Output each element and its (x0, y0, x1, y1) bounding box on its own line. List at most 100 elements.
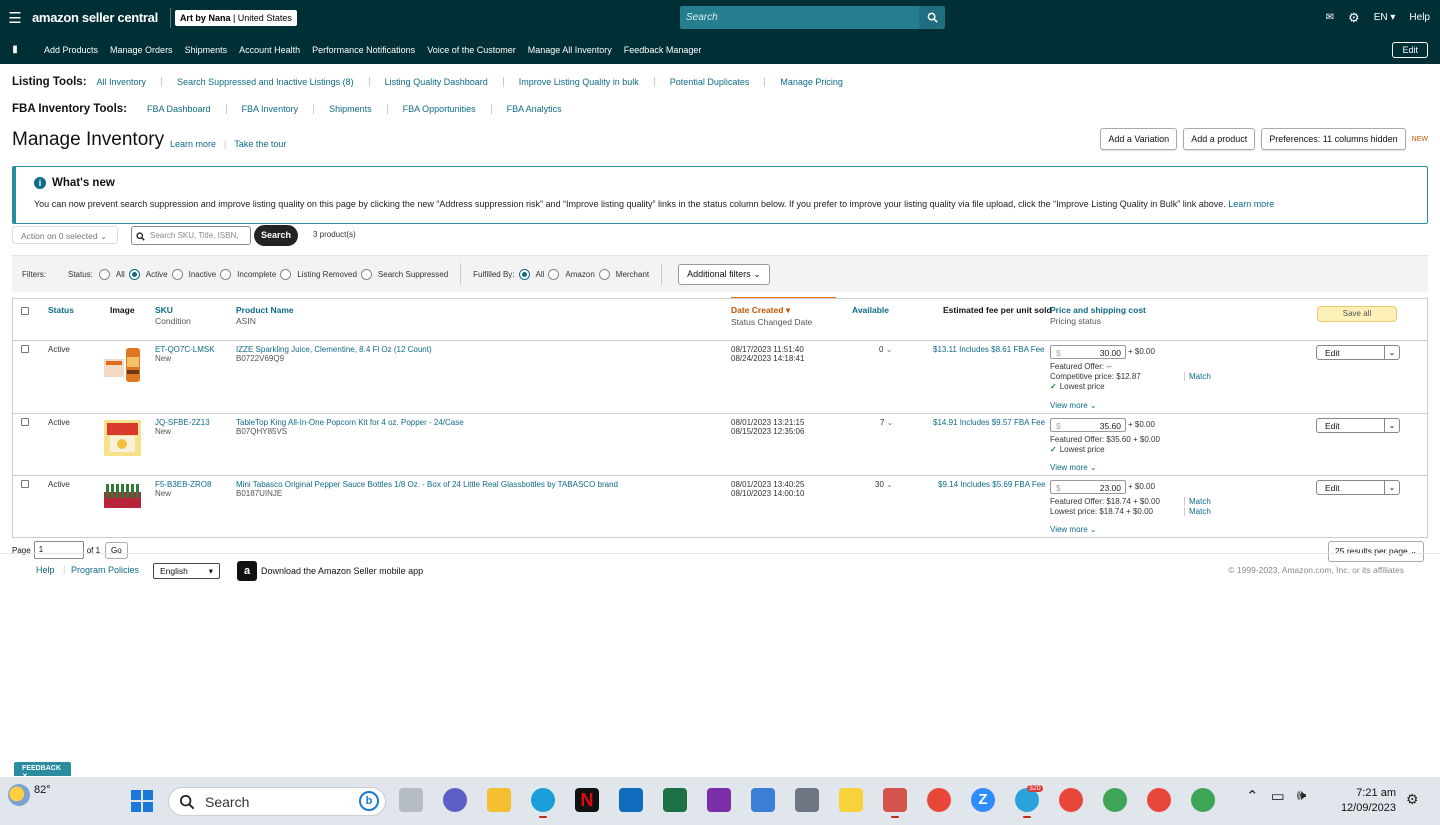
row-sku[interactable]: ET-QO7C-LMSK (155, 345, 215, 354)
chrome-profile-icon[interactable] (1059, 788, 1083, 812)
weather-widget[interactable]: 82° (8, 784, 51, 806)
nav-manage-all-inventory[interactable]: Manage All Inventory (528, 45, 612, 55)
row-edit-button[interactable]: Edit ⌄ (1316, 418, 1400, 433)
footer-program-policies-link[interactable]: Program Policies (71, 565, 139, 575)
row-available[interactable]: 0 ⌄ (879, 345, 892, 354)
status-listing-removed-radio[interactable] (280, 268, 292, 280)
notifications-icon[interactable]: ⚙ (1406, 791, 1419, 808)
windows-start-button[interactable] (131, 790, 153, 812)
bulk-action-select[interactable]: Action on 0 selected ⌄ (12, 226, 118, 244)
row-sku[interactable]: F5-B3EB-ZRO8 (155, 480, 211, 489)
nav-account-health[interactable]: Account Health (239, 45, 300, 55)
row-fee[interactable]: $14.91 Includes $9.57 FBA Fee (933, 418, 1045, 427)
header-product-name[interactable]: Product Name ASIN (236, 305, 294, 326)
zoom-icon[interactable]: Z (971, 788, 995, 812)
netflix-icon[interactable]: N (575, 788, 599, 812)
volume-icon[interactable]: 🕪 (1297, 787, 1306, 805)
sticky-notes-icon[interactable] (839, 788, 863, 812)
tool-manage-pricing[interactable]: Manage Pricing (765, 77, 858, 87)
save-all-button[interactable]: Save all (1317, 306, 1397, 322)
header-available[interactable]: Available (852, 305, 889, 315)
footer-help-link[interactable]: Help (36, 565, 55, 575)
tool-fba-inventory[interactable]: FBA Inventory (227, 104, 315, 114)
header-status[interactable]: Status (48, 305, 74, 315)
global-search-button[interactable] (919, 6, 945, 29)
network-icon[interactable]: ▭ (1271, 787, 1285, 805)
row-product-name[interactable]: TableTop King All-In-One Popcorn Kit for… (236, 418, 464, 427)
feedback-tab[interactable]: FEEDBACK ✕ (14, 762, 71, 780)
calculator-icon[interactable] (795, 788, 819, 812)
fulfilled-all-radio[interactable] (518, 268, 530, 280)
mobile-app-link[interactable]: Download the Amazon Seller mobile app (261, 566, 423, 576)
status-inactive-radio[interactable] (171, 268, 183, 280)
chevron-down-icon[interactable]: ⌄ (1384, 481, 1399, 494)
status-incomplete-radio[interactable] (220, 268, 232, 280)
row-product-name[interactable]: Mini Tabasco Original Pepper Sauce Bottl… (236, 480, 618, 489)
nav-voice-of-customer[interactable]: Voice of the Customer (427, 45, 516, 55)
row-match-link[interactable]: Match (1184, 497, 1211, 506)
row-edit-button[interactable]: Edit ⌄ (1316, 480, 1400, 495)
menu-icon[interactable]: ☰ (0, 9, 30, 27)
row-price-input[interactable]: $23.00 (1050, 480, 1126, 494)
row-checkbox[interactable] (21, 345, 29, 353)
product-image[interactable] (102, 418, 143, 458)
store-selector[interactable]: Art by Nana | United States (174, 9, 297, 26)
row-available[interactable]: 30 ⌄ (875, 480, 893, 489)
file-explorer-icon[interactable] (487, 788, 511, 812)
taskbar-search[interactable]: Search b (168, 787, 386, 816)
row-available[interactable]: 7 ⌄ (880, 418, 893, 427)
taskbar-clock[interactable]: 7:21 am 12/09/2023 (1334, 786, 1396, 816)
row-match-link[interactable]: Match (1184, 372, 1211, 381)
amazon-app-icon[interactable]: a (237, 561, 257, 581)
fulfilled-merchant-radio[interactable] (598, 268, 610, 280)
tool-fba-analytics[interactable]: FBA Analytics (492, 104, 577, 114)
snipping-tool-icon[interactable] (883, 788, 907, 818)
row-view-more[interactable]: View more ⌄ (1050, 401, 1097, 410)
nav-performance-notifications[interactable]: Performance Notifications (312, 45, 415, 55)
row-price-input[interactable]: $30.00 (1050, 345, 1126, 359)
tool-listing-quality-dashboard[interactable]: Listing Quality Dashboard (370, 77, 504, 87)
row-checkbox[interactable] (21, 418, 29, 426)
header-date-created[interactable]: Date Created ▾ Status Changed Date (731, 305, 812, 327)
learn-more-link[interactable]: Learn more (170, 139, 216, 149)
preferences-button[interactable]: Preferences: 11 columns hidden (1261, 128, 1406, 150)
chevron-down-icon[interactable]: ⌄ (1384, 346, 1399, 359)
outlook-icon[interactable] (619, 788, 643, 812)
onenote-icon[interactable] (707, 788, 731, 812)
notepad-icon[interactable] (751, 788, 775, 812)
product-image[interactable] (102, 345, 143, 383)
edge-icon[interactable] (531, 788, 555, 818)
gear-icon[interactable]: ⚙ (1348, 10, 1360, 26)
tool-fba-opportunities[interactable]: FBA Opportunities (388, 104, 492, 114)
row-view-more[interactable]: View more ⌄ (1050, 525, 1097, 534)
row-fee[interactable]: $13.11 Includes $8.61 FBA Fee (933, 345, 1044, 354)
tool-all-inventory[interactable]: All Inventory (97, 77, 163, 87)
tool-improve-listing-quality[interactable]: Improve Listing Quality in bulk (504, 77, 655, 87)
status-search-suppressed-radio[interactable] (360, 268, 372, 280)
tool-fba-dashboard[interactable]: FBA Dashboard (137, 104, 227, 114)
fulfilled-amazon-radio[interactable] (548, 268, 560, 280)
task-view-icon[interactable] (399, 788, 423, 812)
whats-new-learn-more[interactable]: Learn more (1228, 199, 1274, 209)
row-checkbox[interactable] (21, 480, 29, 488)
chevron-up-icon[interactable]: ⌃ (1246, 787, 1259, 805)
row-fee[interactable]: $9.14 Includes $5.69 FBA Fee (938, 480, 1046, 489)
tool-potential-duplicates[interactable]: Potential Duplicates (655, 77, 766, 87)
additional-filters-button[interactable]: Additional filters ⌄ (678, 263, 770, 285)
row-edit-button[interactable]: Edit ⌄ (1316, 345, 1400, 360)
row-price-input[interactable]: $35.60 (1050, 418, 1126, 432)
global-search-input[interactable]: Search (680, 6, 919, 29)
language-selector[interactable]: EN ▾ (1374, 12, 1396, 23)
row-sku[interactable]: JQ-SFBE-2Z13 (155, 418, 210, 427)
telegram-icon[interactable]: 320 (1015, 785, 1043, 818)
tool-search-suppressed[interactable]: Search Suppressed and Inactive Listings … (162, 77, 370, 87)
row-view-more[interactable]: View more ⌄ (1050, 463, 1097, 472)
amazon-seller-central-logo[interactable]: amazon seller central (32, 10, 158, 25)
product-image[interactable] (102, 482, 143, 510)
nav-add-products[interactable]: Add Products (44, 45, 98, 55)
inventory-search-input[interactable]: Search SKU, Title, ISBN, (131, 226, 251, 245)
nav-manage-orders[interactable]: Manage Orders (110, 45, 173, 55)
status-active-radio[interactable] (128, 268, 140, 280)
take-tour-link[interactable]: Take the tour (234, 139, 286, 149)
chrome-profile-icon[interactable] (1147, 788, 1171, 812)
